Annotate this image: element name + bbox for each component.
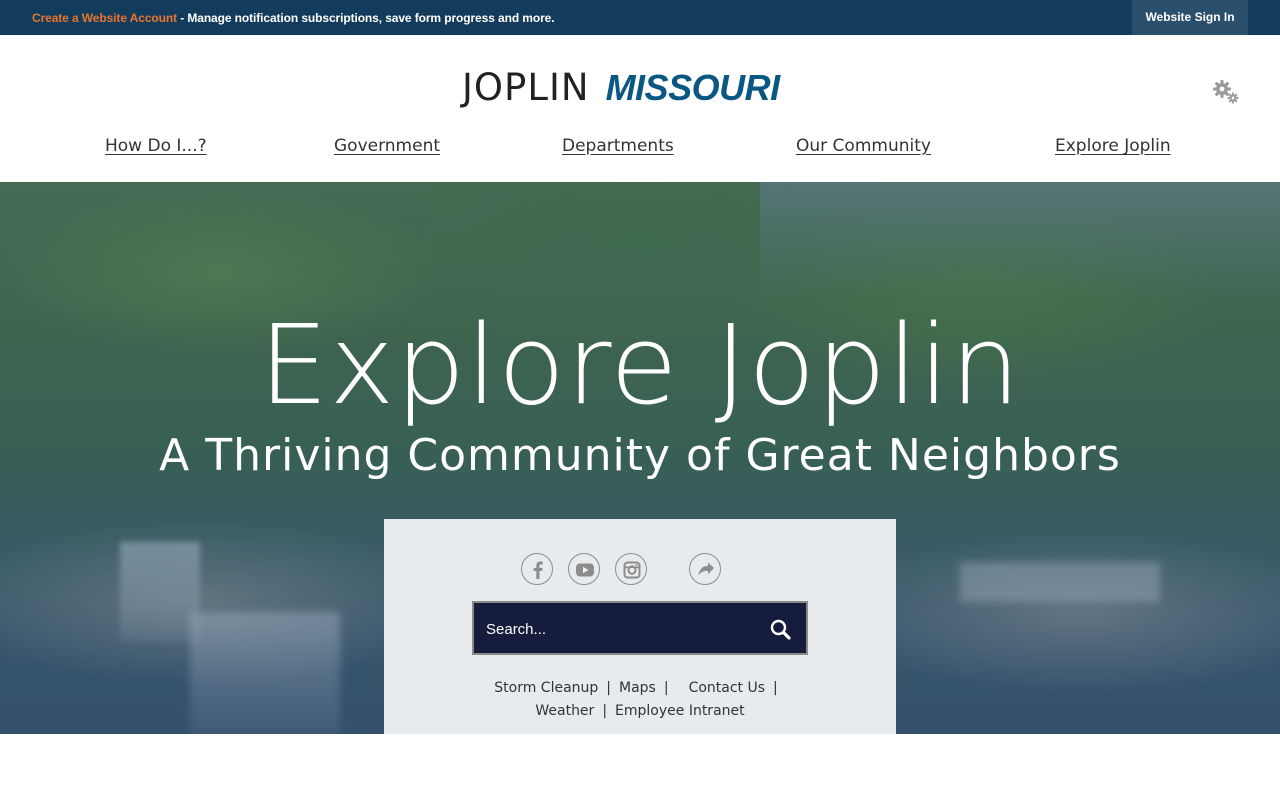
quick-link-contact-us[interactable]: Contact Us xyxy=(689,680,765,696)
quick-link-storm-cleanup[interactable]: Storm Cleanup xyxy=(494,680,598,696)
quick-link-weather[interactable]: Weather xyxy=(535,703,594,719)
link-separator: | xyxy=(602,703,608,719)
create-account-link[interactable]: Create a Website Account xyxy=(32,11,177,25)
link-separator: | xyxy=(773,680,778,696)
nav-item-government[interactable]: Government xyxy=(334,136,440,156)
search-icon[interactable] xyxy=(768,617,794,643)
logo-primary: JOPLIN xyxy=(462,66,590,109)
facebook-icon[interactable] xyxy=(521,553,553,585)
main-nav: How Do I...? Government Departments Our … xyxy=(0,132,1280,162)
nav-item-how-do-i[interactable]: How Do I...? xyxy=(105,136,207,156)
youtube-icon[interactable] xyxy=(568,553,600,585)
share-icon[interactable] xyxy=(689,553,721,585)
nav-item-departments[interactable]: Departments xyxy=(562,136,674,156)
nav-item-explore-joplin[interactable]: Explore Joplin xyxy=(1055,136,1171,156)
quick-link-maps[interactable]: Maps xyxy=(619,680,656,696)
quick-links-row-2: Weather | Employee Intranet xyxy=(384,703,896,719)
notification-message: Create a Website Account - Manage notifi… xyxy=(32,11,555,25)
notification-text: - Manage notification subscriptions, sav… xyxy=(176,11,555,25)
gear-icon[interactable] xyxy=(1211,79,1241,105)
quick-link-employee-intranet[interactable]: Employee Intranet xyxy=(615,703,745,719)
link-separator: | xyxy=(606,680,611,696)
nav-item-our-community[interactable]: Our Community xyxy=(796,136,931,156)
website-sign-in-button[interactable]: Website Sign In xyxy=(1132,0,1248,35)
site-logo[interactable]: JOPLIN MISSOURI xyxy=(462,67,780,109)
site-header: JOPLIN MISSOURI How Do I...? Government D… xyxy=(0,35,1280,182)
search-input[interactable] xyxy=(486,615,756,643)
quick-links-row-1: Storm Cleanup | Maps | Contact Us | xyxy=(384,680,896,696)
search-card: Storm Cleanup|Maps|Contact Us| Weather|E… xyxy=(384,519,896,734)
instagram-icon[interactable] xyxy=(615,553,647,585)
logo-secondary: MISSOURI xyxy=(605,67,781,108)
search-box xyxy=(472,601,808,655)
notification-bar: Create a Website Account - Manage notifi… xyxy=(0,0,1280,35)
hero-title: Explore Joplin xyxy=(258,301,1022,429)
hero-subtitle: A Thriving Community of Great Neighbors xyxy=(159,430,1121,481)
link-separator: | xyxy=(663,680,669,696)
